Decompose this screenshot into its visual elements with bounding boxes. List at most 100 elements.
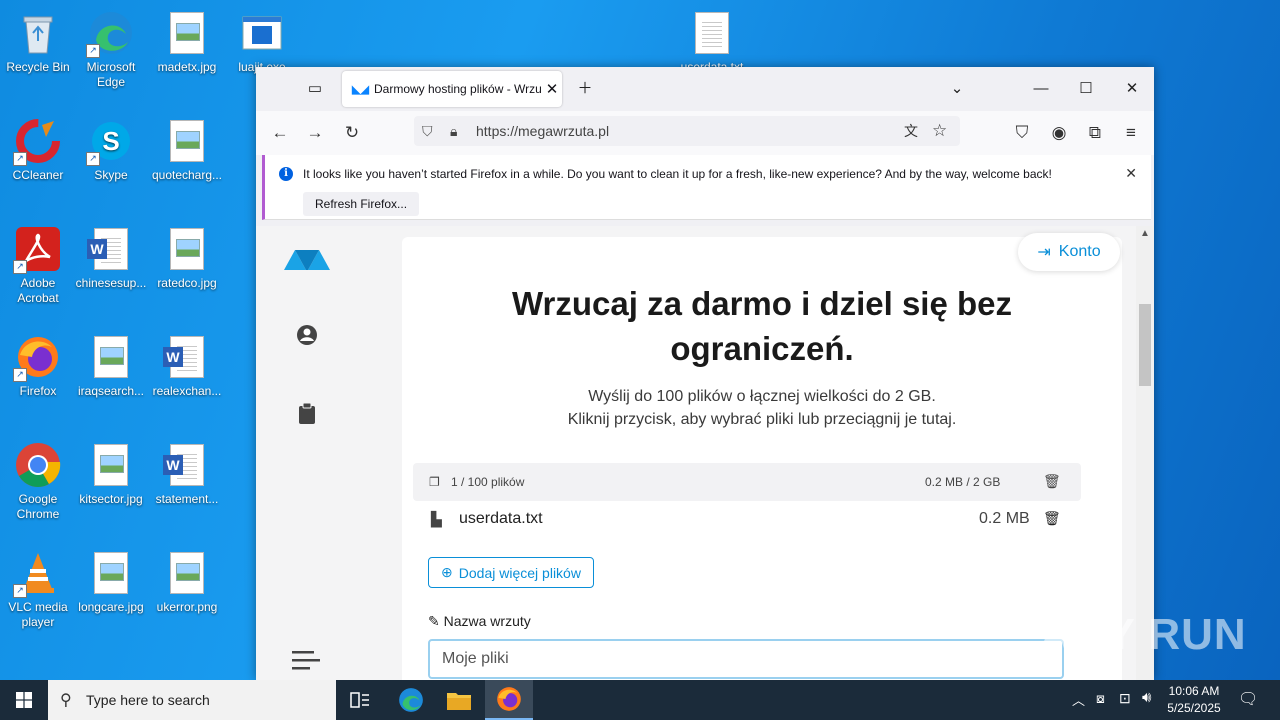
files-copy-icon: ❐: [429, 475, 440, 489]
account-button[interactable]: ⇥ Konto: [1018, 233, 1120, 271]
desktop-icon-quotecharg[interactable]: quotecharg...: [149, 112, 225, 183]
subtitle-line-1: Wyślij do 100 plików o łącznej wielkości…: [588, 388, 936, 405]
taskbar: ⚲ Type here to search ︿ ⧇ ⊡ 🔊︎ 10:06 AM …: [0, 680, 1280, 720]
desktop-icon-recycle-bin[interactable]: Recycle Bin: [0, 4, 76, 75]
desktop-icon-google-chrome[interactable]: Google Chrome: [0, 436, 76, 522]
nav-bar: ← → ↻ ⛉ 🔒︎ https://megawrzuta.pl 文 ☆ ⛉ ◉…: [256, 111, 1154, 155]
title-line-2: ograniczeń.: [670, 330, 854, 367]
upload-name-input[interactable]: Moje pliki: [428, 639, 1064, 679]
file-count: 1 / 100 plików: [451, 475, 525, 489]
forward-icon[interactable]: →: [301, 119, 329, 147]
close-tab-icon[interactable]: ✕: [542, 80, 562, 98]
trash-all-icon[interactable]: 🗑︎: [1043, 473, 1061, 490]
shield-icon[interactable]: ⛉: [422, 123, 442, 140]
desktop-icon-kitsector[interactable]: kitsector.jpg: [73, 436, 149, 507]
desktop-icon-luajit[interactable]: luajit.exe: [224, 4, 300, 75]
firefox-window: ▭ ◣◢ Darmowy hosting plików - Wrzuta ✕ ＋…: [256, 67, 1154, 680]
upload-name-label-text: Nazwa wrzuty: [443, 613, 531, 629]
image-file-icon: [164, 10, 210, 56]
url-text[interactable]: https://megawrzuta.pl: [476, 123, 904, 139]
tray-device-icon[interactable]: ⧇: [1096, 690, 1105, 707]
desktop-icon-ratedco[interactable]: ratedco.jpg: [149, 220, 225, 291]
scrollbar-thumb[interactable]: [1139, 304, 1151, 386]
add-files-label: Dodaj więcej plików: [458, 564, 581, 581]
info-icon: i: [279, 167, 293, 181]
desktop-icon-longcare[interactable]: longcare.jpg: [73, 544, 149, 615]
close-window-icon[interactable]: ✕: [1117, 75, 1147, 103]
desktop-icon-realexchan[interactable]: W realexchan...: [149, 328, 225, 399]
bookmark-star-icon[interactable]: ☆: [932, 121, 960, 141]
refresh-firefox-button[interactable]: Refresh Firefox...: [303, 192, 420, 216]
hamburger-menu-icon[interactable]: [292, 651, 320, 675]
tab-active[interactable]: ◣◢ Darmowy hosting plików - Wrzuta ✕: [342, 71, 562, 107]
file-icon: ▙: [431, 511, 442, 527]
site-sidebar: [256, 226, 356, 680]
firefox-view-icon[interactable]: ▭: [300, 75, 330, 103]
image-file-icon: [164, 550, 210, 596]
url-bar[interactable]: ⛉ 🔒︎ https://megawrzuta.pl 文 ☆: [414, 116, 960, 146]
desktop-icon-skype[interactable]: S ↗ Skype: [73, 112, 149, 183]
search-icon: ⚲: [60, 692, 72, 709]
desktop-icon-ccleaner[interactable]: ↗ CCleaner: [0, 112, 76, 183]
trash-file-icon[interactable]: 🗑︎: [1043, 510, 1061, 527]
upload-panel: ⇥ Konto Wrzucaj za darmo i dziel się bez…: [402, 233, 1122, 680]
file-size: 0.2 MB: [979, 510, 1030, 527]
taskbar-search[interactable]: ⚲ Type here to search: [48, 680, 336, 720]
volume-icon[interactable]: 🔊︎: [1142, 689, 1151, 706]
clock-date: 5/25/2025: [1167, 701, 1221, 715]
pocket-icon[interactable]: ⛉: [1008, 119, 1036, 147]
login-icon: ⇥: [1037, 244, 1051, 261]
desktop-icon-madetx[interactable]: madetx.jpg: [149, 4, 225, 75]
desktop-icon-firefox[interactable]: ↗ Firefox: [0, 328, 76, 399]
network-icon[interactable]: ⊡: [1119, 690, 1131, 707]
desktop-icon-statement[interactable]: W statement...: [149, 436, 225, 507]
lock-icon[interactable]: 🔒︎: [450, 123, 468, 140]
exe-file-icon: [239, 10, 285, 56]
reload-icon[interactable]: ↻: [338, 119, 366, 147]
menu-icon[interactable]: ≡: [1117, 119, 1145, 147]
firefox-icon: ↗: [13, 334, 61, 382]
clipboard-icon[interactable]: [298, 403, 316, 425]
new-tab-icon[interactable]: ＋: [570, 75, 600, 103]
desktop-icon-iraqsearch[interactable]: iraqsearch...: [73, 328, 149, 399]
add-files-button[interactable]: ⊕ Dodaj więcej plików: [428, 557, 594, 588]
translate-icon[interactable]: 文: [904, 121, 932, 141]
clock[interactable]: 10:06 AM 5/25/2025: [1164, 683, 1224, 717]
file-summary-bar: ❐ 1 / 100 plików 0.2 MB / 2 GB 🗑︎: [413, 463, 1081, 501]
start-button[interactable]: [0, 680, 48, 720]
taskbar-edge-icon[interactable]: [387, 680, 435, 720]
edge-icon: ↗: [86, 10, 134, 58]
close-notification-icon[interactable]: ✕: [1125, 165, 1137, 182]
desktop-icon-userdata[interactable]: userdata.txt: [674, 4, 750, 75]
taskbar-firefox-icon[interactable]: [485, 680, 533, 720]
user-icon[interactable]: [296, 324, 318, 346]
word-document-icon: W: [163, 442, 210, 488]
svg-text:S: S: [102, 126, 119, 156]
desktop-icon-ukerror[interactable]: ukerror.png: [149, 544, 225, 615]
back-icon[interactable]: ←: [266, 119, 294, 147]
chrome-icon: [15, 442, 61, 488]
plus-circle-icon: ⊕: [441, 564, 453, 580]
desktop-icon-vlc[interactable]: ↗ VLC media player: [0, 544, 76, 630]
megawrzuta-logo[interactable]: [284, 246, 330, 270]
desktop-icon-microsoft-edge[interactable]: ↗ Microsoft Edge: [73, 4, 149, 90]
skype-icon: S ↗: [86, 118, 134, 166]
scroll-up-icon[interactable]: ▲: [1140, 228, 1150, 239]
maximize-icon[interactable]: ☐: [1071, 75, 1101, 103]
tray-chevron-up-icon[interactable]: ︿: [1072, 690, 1085, 709]
file-explorer-icon[interactable]: [435, 680, 483, 720]
desktop-icon-adobe-acrobat[interactable]: ↗ Adobe Acrobat: [0, 220, 76, 306]
task-view-icon[interactable]: [336, 680, 384, 720]
account-icon[interactable]: ◉: [1045, 119, 1073, 147]
anyrun-watermark: ANY RUN: [1040, 610, 1247, 659]
megawrzuta-favicon: ◣◢: [352, 83, 369, 96]
tab-title: Darmowy hosting plików - Wrzuta: [374, 82, 542, 96]
word-document-icon: W: [87, 226, 134, 272]
list-tabs-chevron-icon[interactable]: ⌄: [942, 75, 972, 103]
minimize-icon[interactable]: —: [1026, 75, 1056, 103]
notifications-icon[interactable]: 🗨︎: [1238, 689, 1258, 709]
subtitle-line-2: Kliknij przycisk, aby wybrać pliki lub p…: [567, 411, 957, 428]
desktop-icon-chinesesup[interactable]: W chinesesup...: [73, 220, 149, 291]
extensions-icon[interactable]: ⧉: [1081, 119, 1109, 147]
image-file-icon: [164, 226, 210, 272]
